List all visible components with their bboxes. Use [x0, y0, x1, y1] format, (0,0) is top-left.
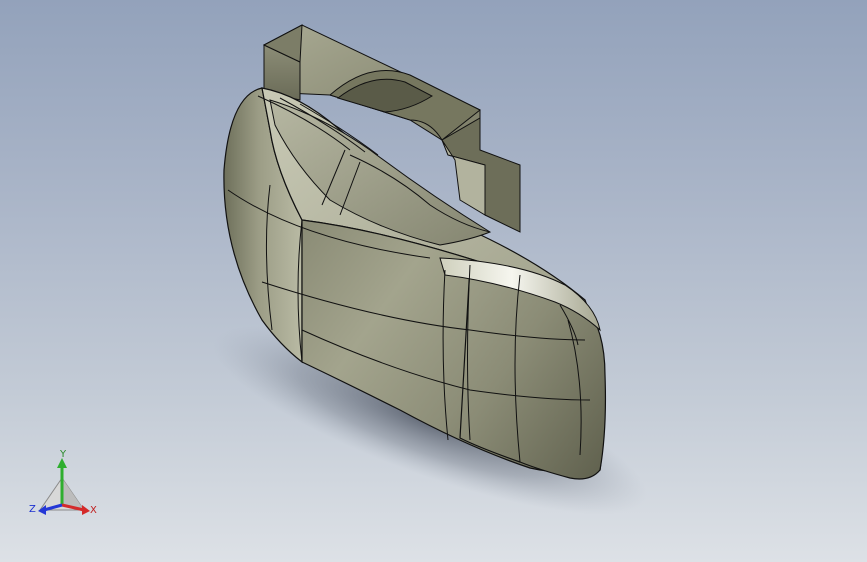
graphics-viewport[interactable]: Y X Z: [0, 0, 867, 562]
cad-model-view[interactable]: [0, 0, 867, 562]
axis-z-label: Z: [29, 504, 36, 515]
front-nose-face[interactable]: [459, 264, 607, 480]
axis-x-label: X: [90, 505, 97, 516]
reference-triad-icon[interactable]: [38, 458, 90, 515]
axis-y-label: Y: [60, 449, 67, 460]
